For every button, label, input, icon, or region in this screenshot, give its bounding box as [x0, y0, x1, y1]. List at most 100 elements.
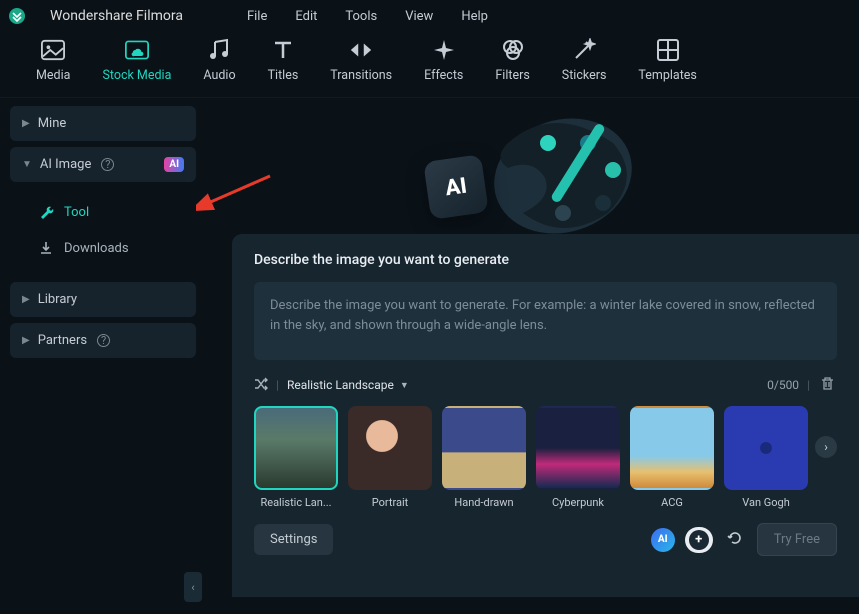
menu-bar: File Edit Tools View Help	[247, 9, 488, 24]
try-free-button[interactable]: Try Free	[757, 523, 837, 556]
tab-stock-media-label: Stock Media	[102, 68, 171, 83]
tab-audio[interactable]: Audio	[203, 38, 235, 83]
style-handdrawn-label: Hand-drawn	[442, 496, 526, 509]
tab-titles-label: Titles	[268, 68, 299, 83]
ai-credits-icon[interactable]: AI	[651, 528, 675, 552]
sparkle-icon	[432, 38, 456, 62]
filters-icon	[501, 38, 525, 62]
style-portrait[interactable]: Portrait	[348, 406, 432, 509]
panel-title: Describe the image you want to generate	[254, 252, 837, 268]
tab-effects-label: Effects	[424, 68, 463, 83]
tab-filters-label: Filters	[495, 68, 529, 83]
sidebar-partners[interactable]: ▶ Partners ?	[10, 323, 196, 358]
app-logo-icon	[8, 7, 26, 25]
wrench-icon	[38, 204, 54, 220]
menu-edit[interactable]: Edit	[295, 9, 317, 24]
add-credits-button[interactable]: +	[685, 527, 713, 553]
refresh-icon[interactable]	[723, 526, 747, 554]
style-handdrawn[interactable]: Hand-drawn	[442, 406, 526, 509]
sidebar: ▶ Mine ▼ AI Image ? AI Tool Downloads ▶ …	[0, 98, 206, 597]
sidebar-downloads[interactable]: Downloads	[10, 230, 196, 266]
style-realistic-label: Realistic Lan...	[254, 496, 338, 509]
panel-footer: Settings AI + Try Free	[254, 523, 837, 556]
style-thumbnails: Realistic Lan... Portrait Hand-drawn Cyb…	[254, 406, 837, 509]
sidebar-collapse-button[interactable]: ‹	[184, 572, 202, 602]
menu-help[interactable]: Help	[461, 9, 488, 24]
style-vangogh-label: Van Gogh	[724, 496, 808, 509]
sidebar-ai-image-children: Tool Downloads	[10, 188, 196, 282]
tab-stock-media[interactable]: Stock Media	[102, 38, 171, 83]
menu-file[interactable]: File	[247, 9, 267, 24]
divider: |	[807, 378, 810, 392]
category-toolbar: Media Stock Media Audio Titles Transitio…	[0, 32, 859, 98]
style-portrait-label: Portrait	[348, 496, 432, 509]
chevron-down-icon: ▼	[22, 159, 32, 170]
tab-transitions[interactable]: Transitions	[330, 38, 392, 83]
thumbs-next-button[interactable]: ›	[815, 436, 837, 458]
help-icon[interactable]: ?	[97, 334, 110, 347]
plus-icon: +	[689, 530, 709, 550]
download-icon	[38, 240, 54, 256]
tab-templates[interactable]: Templates	[638, 38, 696, 83]
prompt-input[interactable]: Describe the image you want to generate.…	[254, 282, 837, 360]
style-acg-thumb	[630, 406, 714, 490]
media-icon	[41, 38, 65, 62]
divider: |	[276, 378, 279, 392]
sidebar-ai-image-label: AI Image	[40, 157, 91, 172]
transitions-icon	[349, 38, 373, 62]
sidebar-library[interactable]: ▶ Library	[10, 282, 196, 317]
style-cyberpunk-label: Cyberpunk	[536, 496, 620, 509]
tab-stickers-label: Stickers	[562, 68, 607, 83]
grid-icon	[656, 38, 680, 62]
style-vangogh[interactable]: Van Gogh	[724, 406, 808, 509]
tab-effects[interactable]: Effects	[424, 38, 463, 83]
generate-panel: Describe the image you want to generate …	[232, 234, 859, 597]
sidebar-mine[interactable]: ▶ Mine	[10, 106, 196, 141]
style-portrait-thumb	[348, 406, 432, 490]
help-icon[interactable]: ?	[101, 158, 114, 171]
style-cyberpunk-thumb	[536, 406, 620, 490]
sidebar-mine-label: Mine	[38, 116, 67, 131]
tab-media-label: Media	[36, 68, 70, 83]
sidebar-tool-label: Tool	[64, 205, 89, 220]
caret-down-icon: ▼	[400, 380, 409, 391]
sidebar-library-label: Library	[38, 292, 77, 307]
sidebar-ai-image[interactable]: ▼ AI Image ? AI	[10, 147, 196, 182]
wand-icon	[572, 38, 596, 62]
trash-icon[interactable]	[818, 374, 837, 396]
tab-stickers[interactable]: Stickers	[562, 38, 607, 83]
sidebar-tool[interactable]: Tool	[10, 194, 196, 230]
chevron-right-icon: ▶	[22, 294, 30, 305]
style-handdrawn-thumb	[442, 406, 526, 490]
tab-filters[interactable]: Filters	[495, 38, 529, 83]
tab-titles[interactable]: Titles	[268, 38, 299, 83]
tab-transitions-label: Transitions	[330, 68, 392, 83]
menu-view[interactable]: View	[405, 9, 433, 24]
style-controls: | Realistic Landscape ▼ 0/500 |	[254, 374, 837, 396]
ai-hero-text: AI	[443, 173, 468, 201]
chevron-right-icon: ▶	[22, 118, 30, 129]
tab-media[interactable]: Media	[36, 38, 70, 83]
style-acg[interactable]: ACG	[630, 406, 714, 509]
titlebar: Wondershare Filmora File Edit Tools View…	[0, 0, 859, 32]
style-dropdown[interactable]: Realistic Landscape ▼	[287, 378, 409, 392]
cloud-image-icon	[125, 38, 149, 62]
style-realistic-thumb	[254, 406, 338, 490]
ai-badge: AI	[164, 157, 184, 172]
text-icon	[271, 38, 295, 62]
sidebar-downloads-label: Downloads	[64, 241, 129, 256]
style-cyberpunk[interactable]: Cyberpunk	[536, 406, 620, 509]
char-counter: 0/500	[767, 378, 799, 392]
shuffle-icon[interactable]	[254, 377, 268, 394]
menu-tools[interactable]: Tools	[345, 9, 377, 24]
style-dropdown-label: Realistic Landscape	[287, 378, 394, 392]
style-realistic[interactable]: Realistic Lan...	[254, 406, 338, 509]
ai-hero-tile: AI	[423, 154, 489, 220]
content-area: AI Describe the image you want to genera…	[206, 98, 859, 597]
hero-graphic: AI	[206, 98, 859, 238]
settings-button[interactable]: Settings	[254, 524, 333, 555]
chevron-right-icon: ▶	[22, 335, 30, 346]
tab-audio-label: Audio	[203, 68, 235, 83]
tab-templates-label: Templates	[638, 68, 696, 83]
app-title: Wondershare Filmora	[50, 8, 183, 24]
